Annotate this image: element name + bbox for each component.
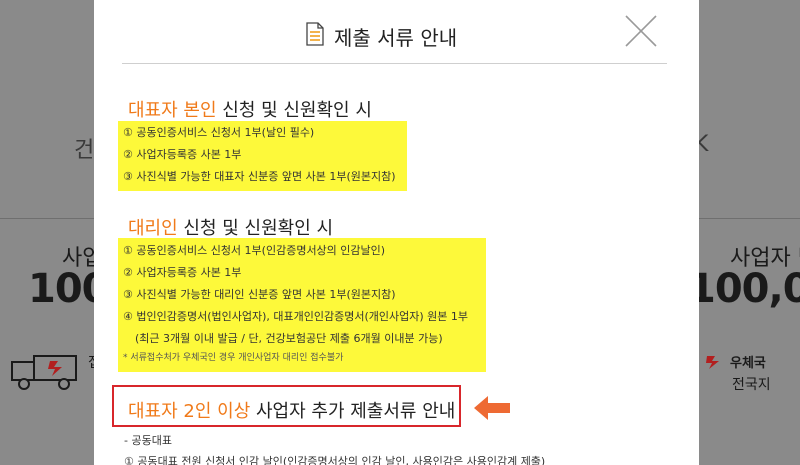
document-icon	[306, 22, 324, 46]
agent-documents-list: ① 공동인증서비스 신청서 1부(인감증명서상의 인감날인) ② 사업자등록증 …	[118, 238, 486, 372]
delivery-truck-icon	[11, 355, 77, 390]
section-title-representative: 대표자 본인 신청 및 신원확인 시	[128, 96, 372, 122]
section-title-highlight: 대리인	[128, 218, 178, 239]
section-title-multiple-representatives: 대표자 2인 이상 사업자 추가 제출서류 안내	[128, 397, 455, 423]
background-top-left-text: 건	[74, 138, 95, 163]
documents-modal: 제출 서류 안내 대표자 본인 신청 및 신원확인 시 ① 공동인증서비스 신청…	[94, 0, 699, 465]
section-title-rest: 신청 및 신원확인 시	[177, 218, 334, 239]
list-item: ③ 사진식별 가능한 대리인 신분증 앞면 사본 1부(원본지참)	[123, 288, 396, 301]
modal-header: 제출 서류 안내	[94, 0, 699, 64]
section-title-agent: 대리인 신청 및 신원확인 시	[128, 214, 333, 240]
list-item: ② 사업자등록증 사본 1부	[123, 148, 242, 161]
section-title-rest: 신청 및 신원확인 시	[216, 100, 372, 121]
section-title-rest: 사업자 추가 제출서류 안내	[250, 401, 456, 422]
background-right-plan-price: 100,00	[688, 266, 800, 312]
list-item: ① 공동인증서비스 신청서 1부(날인 필수)	[123, 126, 315, 139]
header-divider	[122, 63, 667, 64]
modal-title: 제출 서류 안내	[334, 26, 458, 50]
left-arrow-icon	[474, 396, 510, 420]
post-office-icon	[706, 356, 719, 369]
co-representative-item: ① 공동대표 전원 신청서 인감 날인(인감증명서상의 인감 날인, 사용인감은…	[124, 455, 546, 465]
list-item: ② 사업자등록증 사본 1부	[123, 266, 242, 279]
list-item: (최근 3개월 이내 발급 / 단, 건강보험공단 제출 6개월 이내분 가능)	[135, 332, 443, 345]
section-title-highlight: 대표자 본인	[128, 100, 217, 121]
list-item: ④ 법인인감증명서(법인사업자), 대표개인인감증명서(개인사업자) 원본 1부	[123, 310, 468, 323]
background-post-sub: 전국지	[732, 377, 771, 393]
close-icon[interactable]	[624, 14, 658, 48]
background-post-label: 우체국	[730, 356, 766, 371]
section-title-highlight: 대표자 2인 이상	[128, 401, 251, 422]
list-item: ① 공동인증서비스 신청서 1부(인감증명서상의 인감날인)	[123, 244, 386, 257]
agent-note: * 서류접수처가 우체국인 경우 개인사업자 대리인 접수불가	[123, 353, 344, 363]
representative-documents-list: ① 공동인증서비스 신청서 1부(날인 필수) ② 사업자등록증 사본 1부 ③…	[118, 121, 407, 191]
list-item: ③ 사진식별 가능한 대표자 신분증 앞면 사본 1부(원본지참)	[123, 170, 396, 183]
co-representative-label: - 공동대표	[124, 434, 172, 447]
